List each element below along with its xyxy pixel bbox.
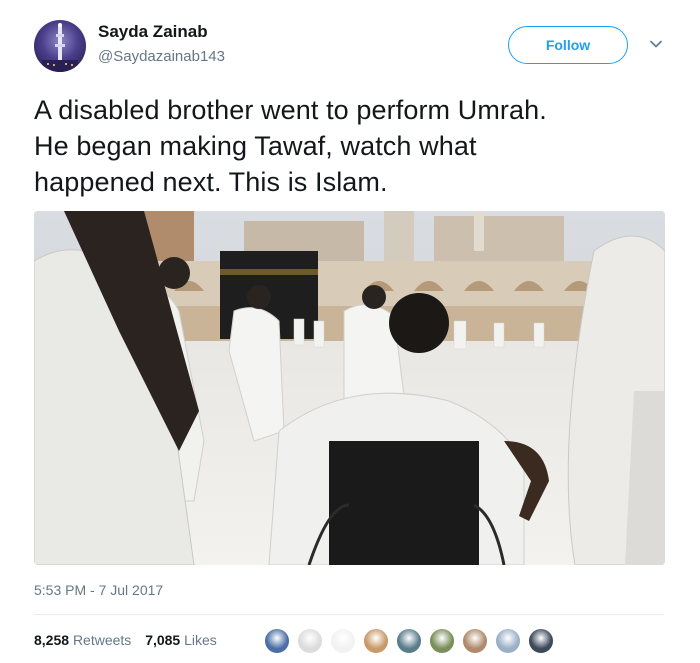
tweet-text-line: A disabled brother went to perform Umrah… <box>34 95 547 125</box>
likes-label: Likes <box>184 632 217 648</box>
liker-avatars <box>264 628 564 656</box>
chevron-down-icon[interactable] <box>648 36 664 52</box>
divider <box>34 614 664 615</box>
tweet-media-video[interactable] <box>34 211 665 565</box>
video-frame-image <box>34 211 665 565</box>
user-handle[interactable]: @Saydazainab143 <box>98 48 225 65</box>
tweet-text-line: happened next. This is Islam. <box>34 167 388 197</box>
tweet-stats: 8,258 Retweets 7,085 Likes <box>34 632 227 652</box>
liker-avatar-6[interactable] <box>429 628 455 654</box>
liker-avatar-3[interactable] <box>330 628 356 654</box>
likes-count: 7,085 <box>145 632 181 648</box>
retweets-count: 8,258 <box>34 632 70 648</box>
liker-avatar-8[interactable] <box>495 628 521 654</box>
avatar-image <box>42 23 78 72</box>
avatar[interactable] <box>34 20 86 72</box>
display-name[interactable]: Sayda Zainab <box>98 22 208 42</box>
liker-avatar-9[interactable] <box>528 628 554 654</box>
liker-avatar-4[interactable] <box>363 628 389 654</box>
retweets-label: Retweets <box>72 632 132 648</box>
tweet-card: Sayda Zainab @Saydazainab143 Follow A di… <box>0 0 700 663</box>
tweet-text: A disabled brother went to perform Umrah… <box>34 92 664 200</box>
liker-avatar-5[interactable] <box>396 628 422 654</box>
likes-stat[interactable]: 7,085 Likes <box>145 632 217 648</box>
liker-avatar-2[interactable] <box>297 628 323 654</box>
follow-button[interactable]: Follow <box>508 26 628 64</box>
tweet-timestamp[interactable]: 5:53 PM - 7 Jul 2017 <box>34 582 163 598</box>
tweet-header: Sayda Zainab @Saydazainab143 Follow <box>34 16 674 80</box>
tweet-text-line: He began making Tawaf, watch what <box>34 131 477 161</box>
retweets-stat[interactable]: 8,258 Retweets <box>34 632 131 648</box>
liker-avatar-7[interactable] <box>462 628 488 654</box>
liker-avatar-1[interactable] <box>264 628 290 654</box>
